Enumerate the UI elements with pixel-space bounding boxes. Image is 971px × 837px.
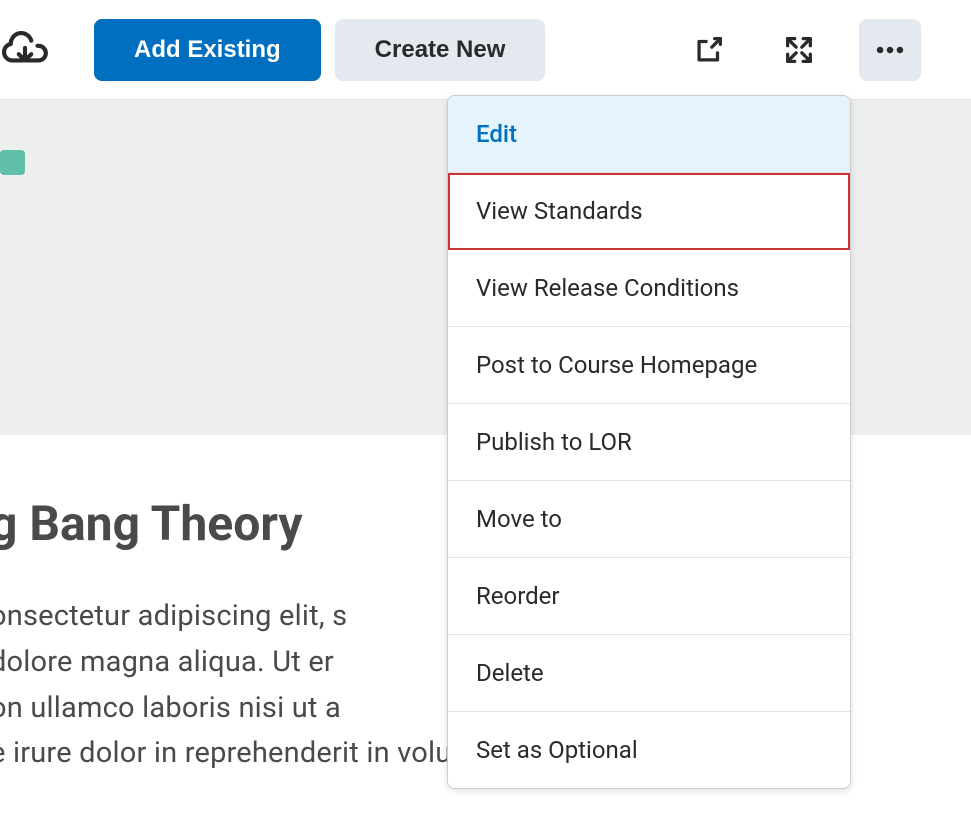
more-actions-dropdown: Edit View Standards View Release Conditi… <box>447 95 851 789</box>
add-existing-button[interactable]: Add Existing <box>94 19 321 81</box>
dropdown-item-set-as-optional[interactable]: Set as Optional <box>448 712 850 788</box>
fullscreen-button[interactable] <box>769 20 829 80</box>
fullscreen-icon <box>782 33 816 67</box>
dropdown-item-post-to-course-homepage[interactable]: Post to Course Homepage <box>448 327 850 404</box>
create-new-button[interactable]: Create New <box>335 19 546 81</box>
dropdown-item-edit[interactable]: Edit <box>448 96 850 173</box>
toolbar: Add Existing Create New <box>0 0 971 100</box>
cloud-download-icon <box>0 25 50 75</box>
open-external-button[interactable] <box>679 20 739 80</box>
dropdown-item-reorder[interactable]: Reorder <box>448 558 850 635</box>
open-external-icon <box>692 33 726 67</box>
banner-accent-chip <box>0 150 25 175</box>
more-actions-button[interactable] <box>859 19 921 81</box>
dropdown-item-delete[interactable]: Delete <box>448 635 850 712</box>
toolbar-right-group <box>679 19 941 81</box>
dropdown-item-move-to[interactable]: Move to <box>448 481 850 558</box>
dropdown-item-publish-to-lor[interactable]: Publish to LOR <box>448 404 850 481</box>
dropdown-item-view-release-conditions[interactable]: View Release Conditions <box>448 250 850 327</box>
more-horizontal-icon <box>873 33 907 67</box>
cloud-download-button[interactable] <box>0 19 50 81</box>
dropdown-item-view-standards[interactable]: View Standards <box>448 173 850 250</box>
